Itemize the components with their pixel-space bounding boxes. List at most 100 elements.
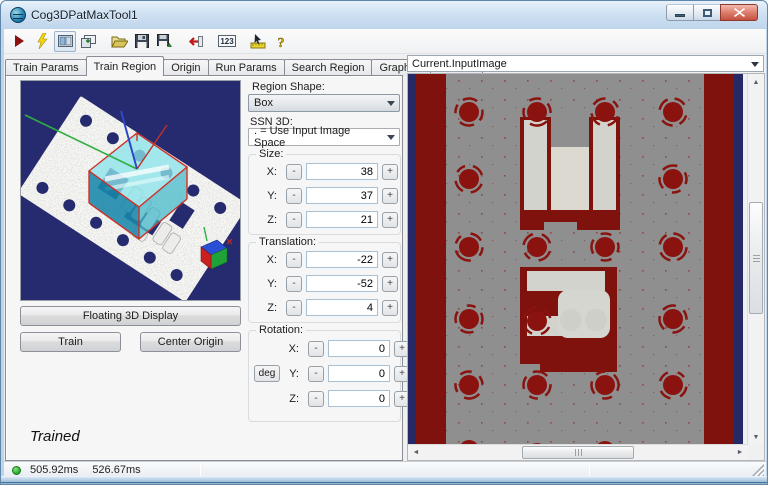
translation-y-increment-button[interactable]: +: [382, 275, 398, 292]
add-display-button[interactable]: [77, 31, 99, 52]
image-vertical-scrollbar[interactable]: ▲ ▼: [747, 74, 764, 445]
3d-scene: [18, 81, 248, 302]
help-button[interactable]: ?: [270, 31, 292, 52]
size-y-label: Y:: [267, 189, 277, 202]
show-result-display-button[interactable]: [54, 30, 76, 52]
toolbar: 123 ?: [4, 29, 766, 54]
region-shape-value: Box: [254, 97, 273, 109]
app-window: Cog3DPatMaxTool1 123 ? Train Params Trai…: [0, 0, 768, 485]
horizontal-scroll-thumb[interactable]: [522, 446, 634, 459]
translation-z-increment-button[interactable]: +: [382, 299, 398, 316]
translation-x-field[interactable]: [306, 251, 378, 268]
minimize-button[interactable]: [666, 4, 694, 21]
add-display-icon: [80, 34, 96, 48]
size-x-increment-button[interactable]: +: [382, 163, 398, 180]
translation-y-decrement-button[interactable]: -: [286, 275, 302, 292]
image-horizontal-scrollbar[interactable]: ◄ ►: [408, 444, 748, 460]
translation-y-field[interactable]: [306, 275, 378, 292]
chevron-down-icon: [387, 101, 395, 106]
train-region-3d-view[interactable]: [18, 80, 248, 302]
svg-text:123: 123: [220, 37, 234, 46]
close-button[interactable]: [720, 4, 758, 21]
window-bottom-border: [1, 476, 767, 484]
vertical-scroll-thumb[interactable]: [749, 202, 763, 314]
rotation-z-field[interactable]: [328, 390, 390, 407]
size-y-field[interactable]: [306, 187, 378, 204]
save-results-button[interactable]: [154, 31, 176, 52]
rotation-x-decrement-button[interactable]: -: [308, 340, 324, 357]
red-arrow-icon: [188, 35, 203, 47]
size-z-decrement-button[interactable]: -: [286, 211, 302, 228]
image-display[interactable]: ▲ ▼ ◄ ►: [407, 73, 765, 463]
measure-button[interactable]: [247, 31, 269, 52]
svg-text:?: ?: [278, 36, 285, 49]
translation-x-label: X:: [266, 253, 277, 266]
ssn-3d-value: . = Use Input Image Space: [254, 125, 351, 149]
deg-units-button[interactable]: deg: [254, 365, 280, 382]
maximize-icon: [702, 8, 712, 17]
translation-z-decrement-button[interactable]: -: [286, 299, 302, 316]
title-bar[interactable]: Cog3DPatMaxTool1: [1, 1, 767, 29]
save-file-button[interactable]: [131, 31, 153, 52]
size-z-increment-button[interactable]: +: [382, 211, 398, 228]
translation-x-increment-button[interactable]: +: [382, 251, 398, 268]
train-button[interactable]: Train: [20, 332, 121, 352]
chevron-down-icon: [751, 62, 759, 67]
size-x-label: X:: [266, 165, 277, 178]
tab-train-params[interactable]: Train Params: [5, 59, 87, 76]
electric-run-button[interactable]: [31, 31, 53, 52]
size-z-field[interactable]: [306, 211, 378, 228]
rotation-x-label: X:: [288, 342, 299, 355]
size-z-label: Z:: [267, 213, 277, 226]
rotation-x-field[interactable]: [328, 340, 390, 357]
image-selector-value: Current.InputImage: [412, 57, 507, 70]
import-reset-button[interactable]: [185, 31, 207, 52]
rotation-y-field[interactable]: [328, 365, 390, 382]
translation-z-label: Z:: [267, 301, 277, 314]
rotation-y-decrement-button[interactable]: -: [308, 365, 324, 382]
image-selector[interactable]: Current.InputImage: [407, 55, 764, 72]
lightning-icon: [37, 33, 48, 49]
size-x-decrement-button[interactable]: -: [286, 163, 302, 180]
upper-part-shape: [520, 117, 620, 230]
size-x-field[interactable]: [306, 163, 378, 180]
measure-pointer-icon: [250, 33, 266, 48]
app-icon: [10, 7, 26, 23]
run-icon: [15, 35, 24, 47]
tab-train-region[interactable]: Train Region: [85, 56, 165, 76]
size-group: Size: X: - + Y: - + Z: - +: [248, 148, 401, 235]
size-y-increment-button[interactable]: +: [382, 187, 398, 204]
scroll-down-button[interactable]: ▼: [748, 429, 764, 445]
rotation-z-decrement-button[interactable]: -: [308, 390, 324, 407]
tab-search-region[interactable]: Search Region: [283, 59, 373, 76]
size-y-decrement-button[interactable]: -: [286, 187, 302, 204]
save-icon: [135, 34, 149, 48]
scroll-left-button[interactable]: ◄: [408, 445, 424, 460]
center-origin-button[interactable]: Center Origin: [140, 332, 241, 352]
tab-origin[interactable]: Origin: [163, 59, 209, 76]
open-file-button[interactable]: [108, 31, 130, 52]
scroll-right-button[interactable]: ►: [732, 445, 748, 460]
total-time-value: 526.67ms: [92, 464, 141, 476]
maximize-button[interactable]: [693, 4, 721, 21]
region-shape-select[interactable]: Box: [248, 94, 400, 112]
trained-state-text: Trained: [30, 428, 80, 445]
scroll-up-button[interactable]: ▲: [748, 74, 764, 90]
input-image[interactable]: [408, 74, 748, 463]
run-time-value: 505.92ms: [30, 464, 79, 476]
help-icon: ?: [277, 35, 285, 49]
region-shape-label: Region Shape:: [252, 81, 325, 93]
translation-group: Translation: X: - + Y: - + Z: -: [248, 236, 401, 323]
window-title: Cog3DPatMaxTool1: [31, 8, 138, 22]
floating-3d-display-button[interactable]: Floating 3D Display: [20, 306, 241, 326]
tab-run-params[interactable]: Run Params: [207, 59, 285, 76]
ssn-3d-select[interactable]: . = Use Input Image Space: [248, 125, 400, 149]
translation-x-decrement-button[interactable]: -: [286, 251, 302, 268]
numeric-results-button[interactable]: 123: [216, 31, 238, 52]
run-button[interactable]: [8, 31, 30, 52]
translation-z-field[interactable]: [306, 299, 378, 316]
resize-grip[interactable]: [752, 464, 764, 476]
translation-y-label: Y:: [267, 277, 277, 290]
client-area: 123 ? Train Params Train Region Origin R…: [4, 29, 766, 478]
close-icon: [733, 8, 745, 17]
